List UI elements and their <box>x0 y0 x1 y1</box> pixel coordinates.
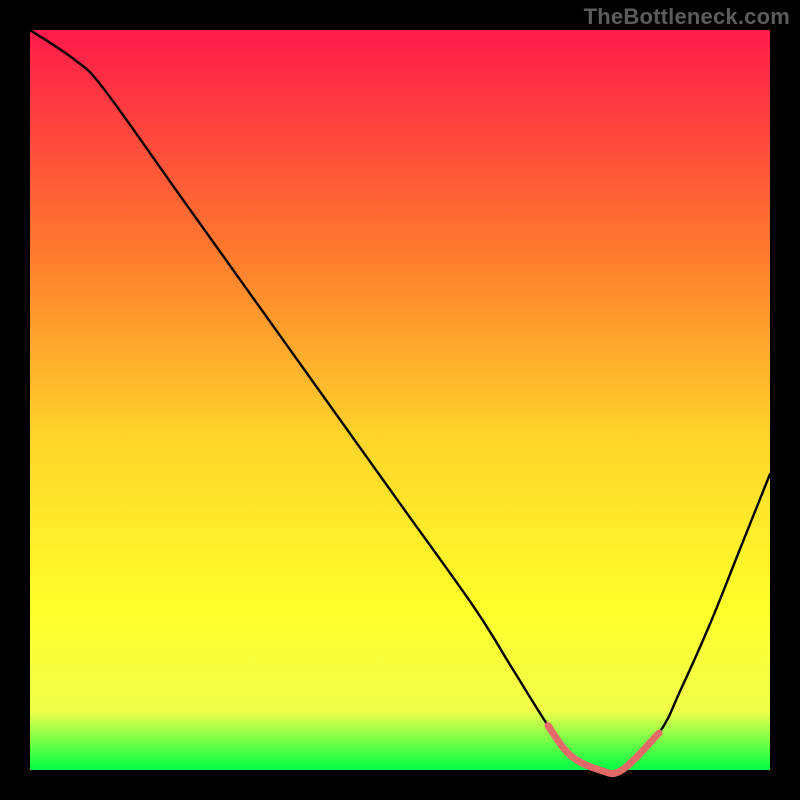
chart-frame: { "watermark": "TheBottleneck.com", "col… <box>0 0 800 800</box>
bottleneck-chart <box>0 0 800 800</box>
watermark-text: TheBottleneck.com <box>584 4 790 30</box>
